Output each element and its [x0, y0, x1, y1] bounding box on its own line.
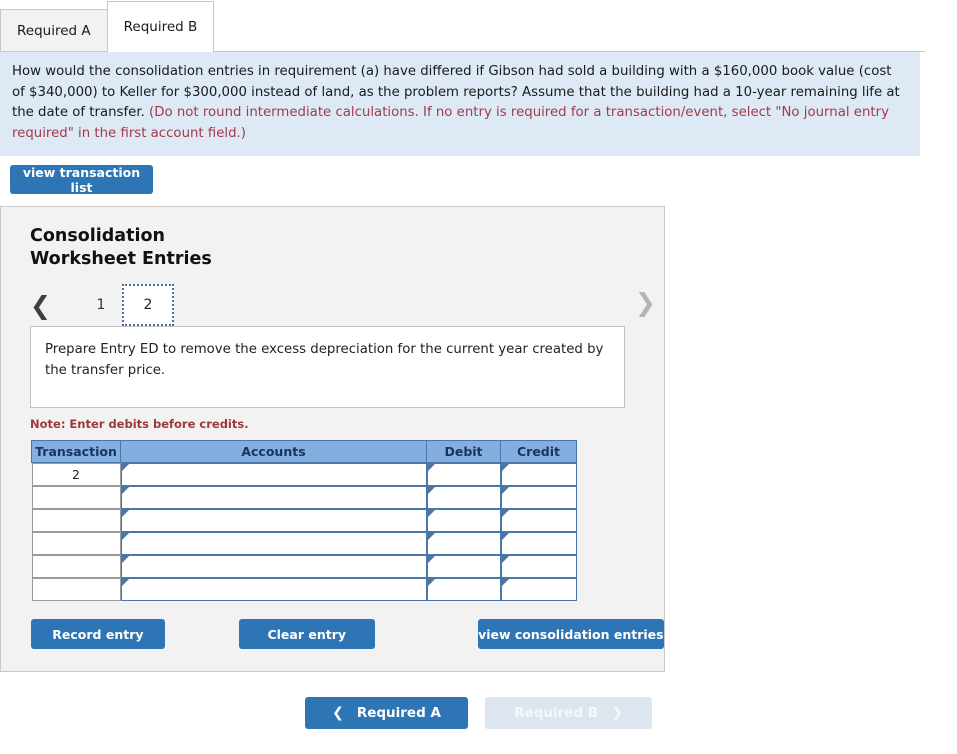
- table-header-row: Transaction Accounts Debit Credit: [31, 440, 577, 464]
- column-header-accounts: Accounts: [120, 440, 427, 464]
- accounts-select[interactable]: [120, 509, 427, 533]
- entry-instruction-box: Prepare Entry ED to remove the excess de…: [30, 326, 625, 409]
- transaction-number-cell: 2: [31, 463, 121, 487]
- debit-input[interactable]: [426, 486, 501, 510]
- chevron-left-icon[interactable]: ❮: [30, 293, 51, 318]
- credit-input[interactable]: [500, 463, 577, 487]
- debit-input[interactable]: [426, 463, 501, 487]
- table-row: [31, 532, 577, 556]
- pager-page-2-label: 2: [143, 297, 153, 314]
- credit-input[interactable]: [500, 578, 577, 602]
- view-transaction-list-button[interactable]: view transaction list: [10, 165, 153, 195]
- debit-input[interactable]: [426, 555, 501, 579]
- accounts-select[interactable]: [120, 532, 427, 556]
- credit-input[interactable]: [500, 486, 577, 510]
- entry-pager: ❮ 1 2 ❯: [1, 284, 656, 327]
- accounts-select[interactable]: [120, 486, 427, 510]
- debits-before-credits-note: Note: Enter debits before credits.: [30, 417, 249, 432]
- transaction-number-cell: [31, 578, 121, 602]
- column-header-transaction: Transaction: [31, 440, 121, 464]
- question-banner: How would the consolidation entries in r…: [0, 52, 920, 157]
- view-consolidation-entries-button[interactable]: view consolidation entries: [477, 619, 664, 650]
- table-row: [31, 555, 577, 579]
- transaction-number-cell: [31, 532, 121, 556]
- table-row: [31, 578, 577, 602]
- debit-input[interactable]: [426, 578, 501, 602]
- accounts-select[interactable]: [120, 555, 427, 579]
- entry-instruction-text: Prepare Entry ED to remove the excess de…: [45, 342, 604, 379]
- tab-required-b[interactable]: Required B: [106, 1, 215, 52]
- consolidation-worksheet-panel: Consolidation Worksheet Entries ❮ 1 2 ❯ …: [0, 206, 665, 673]
- clear-entry-button[interactable]: Clear entry: [238, 619, 375, 650]
- transaction-number-cell: [31, 555, 121, 579]
- tab-required-a-label: Required A: [17, 23, 91, 39]
- journal-entry-table: Transaction Accounts Debit Credit 2: [31, 440, 577, 602]
- nav-previous-required-a-button[interactable]: ❮ Required A: [305, 697, 468, 729]
- panel-title-line-1: Consolidation: [30, 226, 165, 247]
- nav-previous-label: Required A: [356, 705, 441, 721]
- pager-page-1-label: 1: [96, 297, 106, 314]
- panel-title-line-2: Worksheet Entries: [30, 248, 212, 269]
- transaction-number-cell: [31, 486, 121, 510]
- pager-page-2[interactable]: 2: [121, 284, 174, 327]
- accounts-select[interactable]: [120, 578, 427, 602]
- bottom-navigation: ❮ Required A Required B ❯: [0, 697, 957, 729]
- panel-title: Consolidation Worksheet Entries: [30, 225, 330, 270]
- tab-bar: Required A Required B: [0, 0, 925, 52]
- table-row: 2: [31, 463, 577, 487]
- chevron-right-icon: ❯: [611, 705, 623, 721]
- pager-page-1[interactable]: 1: [80, 286, 122, 324]
- chevron-left-icon: ❮: [332, 705, 344, 721]
- table-row: [31, 509, 577, 533]
- chevron-right-icon[interactable]: ❯: [635, 290, 656, 315]
- credit-input[interactable]: [500, 532, 577, 556]
- nav-next-required-b-button: Required B ❯: [485, 697, 652, 729]
- debit-input[interactable]: [426, 532, 501, 556]
- toolbar: view transaction list: [0, 156, 957, 195]
- table-row: [31, 486, 577, 510]
- accounts-select[interactable]: [120, 463, 427, 487]
- credit-input[interactable]: [500, 509, 577, 533]
- transaction-number-cell: [31, 509, 121, 533]
- debit-input[interactable]: [426, 509, 501, 533]
- credit-input[interactable]: [500, 555, 577, 579]
- nav-next-label: Required B: [514, 705, 599, 721]
- record-entry-button[interactable]: Record entry: [31, 619, 165, 650]
- tab-required-b-label: Required B: [123, 19, 198, 35]
- column-header-credit: Credit: [500, 440, 577, 464]
- tab-required-a[interactable]: Required A: [0, 9, 108, 52]
- entry-actions: Record entry Clear entry view consolidat…: [31, 619, 664, 650]
- column-header-debit: Debit: [426, 440, 501, 464]
